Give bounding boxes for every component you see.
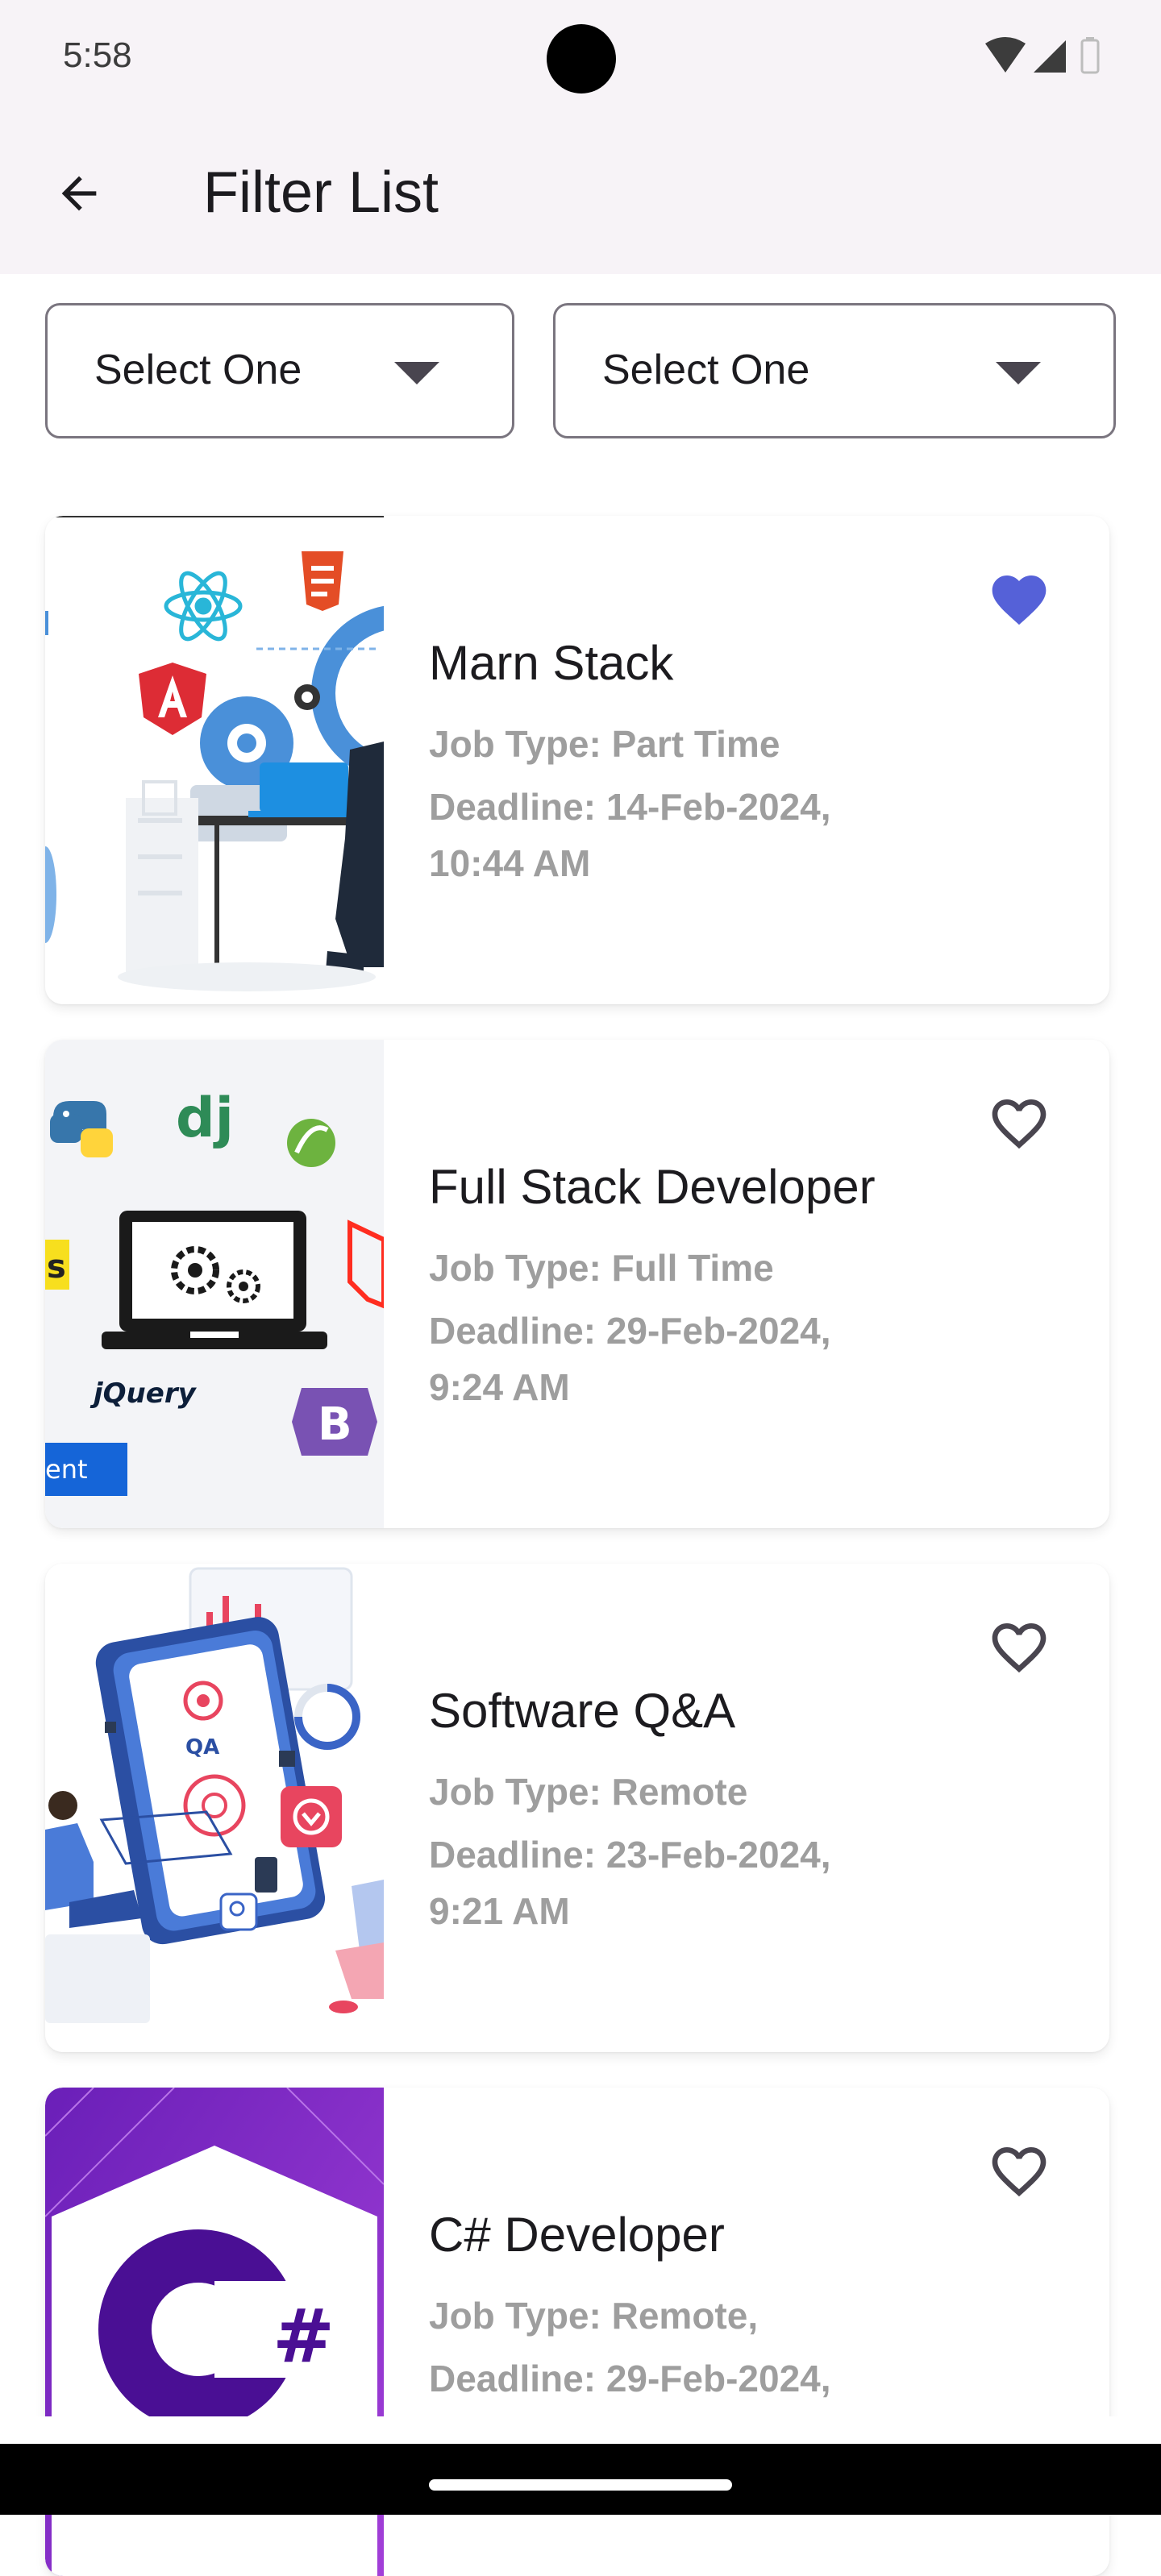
banner-text: ent — [45, 1454, 88, 1485]
web-development-illustration — [45, 516, 384, 1004]
filter-dropdown-label: Select One — [602, 347, 810, 393]
job-card[interactable]: Marn Stack Job Type: Part Time Deadline:… — [45, 516, 1109, 1004]
job-type: Job Type: Part Time — [429, 723, 780, 765]
status-time: 5:58 — [63, 35, 132, 75]
csharp-hash-text: # — [273, 2293, 335, 2379]
arrow-back-icon — [61, 176, 97, 211]
navigation-bar — [0, 2444, 1161, 2515]
job-title: Full Stack Developer — [429, 1160, 876, 1214]
job-type: Job Type: Full Time — [429, 1247, 774, 1289]
job-card[interactable]: dj s jQuery B ent Full Stack Developer J… — [45, 1040, 1109, 1528]
qa-label-text: QA — [185, 1735, 219, 1760]
heart-filled-icon — [992, 575, 1047, 625]
job-type: Job Type: Remote — [429, 1771, 748, 1813]
full-stack-illustration: dj s jQuery B ent — [45, 1040, 384, 1528]
heart-outline-icon — [992, 1623, 1047, 1673]
filter-dropdown-2[interactable]: Select One — [553, 303, 1116, 438]
favorite-button[interactable] — [979, 559, 1059, 640]
camera-cutout — [547, 24, 616, 93]
django-logo-text: dj — [176, 1086, 234, 1150]
home-gesture-handle[interactable] — [429, 2479, 732, 2491]
job-title: Software Q&A — [429, 1684, 736, 1738]
filter-dropdown-label: Select One — [94, 347, 302, 393]
heart-outline-icon — [992, 2147, 1047, 2197]
favorite-button[interactable] — [979, 1607, 1059, 1688]
favorite-button[interactable] — [979, 1083, 1059, 1164]
status-icons — [984, 35, 1113, 77]
job-image: QA — [45, 1564, 384, 2052]
js-logo-text: s — [47, 1249, 66, 1286]
job-deadline: Deadline: 14-Feb-2024, — [429, 786, 831, 828]
job-image — [45, 516, 384, 1004]
job-deadline: Deadline: 23-Feb-2024, — [429, 1834, 831, 1876]
job-type: Job Type: Remote, — [429, 2295, 759, 2337]
battery-icon — [1080, 37, 1100, 74]
page-title: Filter List — [203, 160, 439, 225]
job-title: Marn Stack — [429, 636, 674, 690]
favorite-button[interactable] — [979, 2131, 1059, 2212]
qa-testing-illustration: QA — [45, 1564, 384, 2052]
dropdown-caret-icon — [996, 362, 1041, 384]
job-deadline: Deadline: 29-Feb-2024, — [429, 2358, 831, 2399]
status-bar: 5:58 — [0, 0, 1161, 113]
job-deadline-time: 9:21 AM — [429, 1890, 570, 1932]
heart-outline-icon — [992, 1099, 1047, 1149]
bootstrap-logo-text: B — [318, 1398, 352, 1451]
job-deadline-time: 9:24 AM — [429, 1366, 570, 1408]
cellular-signal-icon — [1034, 40, 1066, 73]
filter-dropdown-1[interactable]: Select One — [45, 303, 514, 438]
job-image: dj s jQuery B ent — [45, 1040, 384, 1528]
wifi-icon — [985, 37, 1026, 73]
back-button[interactable] — [32, 147, 126, 240]
dropdown-caret-icon — [394, 362, 439, 384]
job-deadline: Deadline: 29-Feb-2024, — [429, 1310, 831, 1352]
app-bar: Filter List — [0, 113, 1161, 274]
job-card[interactable]: QA Software Q&A Job Type: Remote Deadlin… — [45, 1564, 1109, 2052]
job-title: C# Developer — [429, 2208, 725, 2262]
jquery-logo-text: jQuery — [89, 1377, 198, 1410]
job-deadline-time: 10:44 AM — [429, 842, 591, 884]
